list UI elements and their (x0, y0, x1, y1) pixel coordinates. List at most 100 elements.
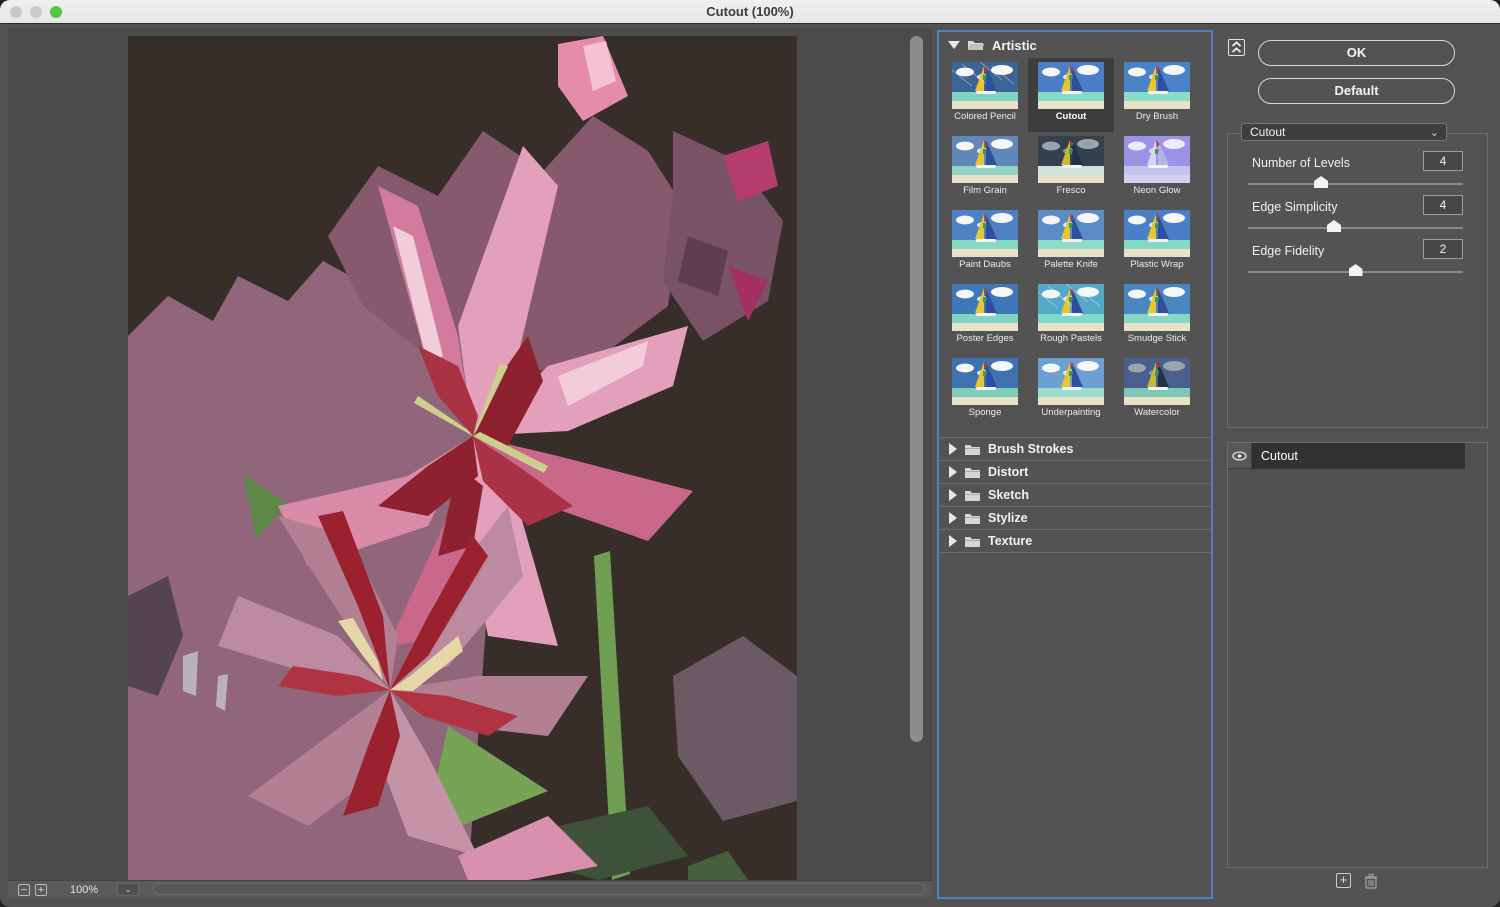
filter-thumb-label: Rough Pastels (1040, 333, 1102, 344)
folder-closed-icon (964, 466, 981, 479)
filter-thumb-label: Smudge Stick (1128, 333, 1187, 344)
effect-layer-name: Cutout (1252, 443, 1465, 469)
filter-thumb-neon-glow[interactable]: Neon Glow (1114, 132, 1200, 206)
horizontal-scrollbar[interactable] (153, 883, 925, 895)
category-label: Distort (988, 465, 1028, 479)
slider-value-field[interactable]: 2 (1423, 239, 1463, 259)
filter-thumb-plastic-wrap[interactable]: Plastic Wrap (1114, 206, 1200, 280)
zoom-dropdown[interactable]: ⌄ (117, 883, 139, 896)
category-sketch[interactable]: Sketch (939, 484, 1211, 507)
slider-label: Edge Simplicity (1252, 200, 1337, 214)
collapsed-triangle-icon (949, 466, 957, 478)
filter-thumb-label: Poster Edges (956, 333, 1013, 344)
folder-closed-icon (964, 443, 981, 456)
category-label: Sketch (988, 488, 1029, 502)
filter-thumb-poster-edges[interactable]: Poster Edges (942, 280, 1028, 354)
filter-thumbnail-image (1038, 210, 1104, 257)
filter-thumbnail-image (1124, 284, 1190, 331)
preview-statusbar: − + 100% ⌄ (8, 880, 932, 897)
zoom-out-button[interactable]: − (18, 884, 30, 896)
slider-track[interactable] (1248, 227, 1463, 229)
collapsed-triangle-icon (949, 535, 957, 547)
filter-thumb-fresco[interactable]: Fresco (1028, 132, 1114, 206)
filter-thumb-cutout[interactable]: Cutout (1028, 58, 1114, 132)
filter-thumb-palette-knife[interactable]: Palette Knife (1028, 206, 1114, 280)
slider-thumb[interactable] (1314, 176, 1328, 188)
filter-thumb-dry-brush[interactable]: Dry Brush (1114, 58, 1200, 132)
new-effect-layer-button[interactable]: + (1336, 873, 1351, 888)
filter-thumb-label: Film Grain (963, 185, 1007, 196)
filter-thumbnail-image (1038, 358, 1104, 405)
filter-thumbnail-image (952, 358, 1018, 405)
collapsed-triangle-icon (949, 512, 957, 524)
category-artistic[interactable]: Artistic (939, 32, 1211, 58)
window-title: Cutout (100%) (706, 4, 793, 19)
titlebar[interactable]: Cutout (100%) (0, 0, 1500, 24)
filter-thumbnail-image (952, 210, 1018, 257)
filter-thumb-paint-daubs[interactable]: Paint Daubs (942, 206, 1028, 280)
collapsed-triangle-icon (949, 489, 957, 501)
category-stylize[interactable]: Stylize (939, 507, 1211, 530)
filter-thumb-label: Fresco (1056, 185, 1085, 196)
traffic-lights (10, 6, 62, 18)
visibility-toggle[interactable] (1228, 443, 1252, 469)
slider-thumb[interactable] (1327, 220, 1341, 232)
vertical-scrollbar[interactable] (910, 36, 923, 742)
filter-thumb-label: Palette Knife (1044, 259, 1098, 270)
category-texture[interactable]: Texture (939, 530, 1211, 553)
filter-thumb-smudge-stick[interactable]: Smudge Stick (1114, 280, 1200, 354)
effect-layers-panel: Cutout (1227, 442, 1488, 868)
zoom-level: 100% (70, 884, 98, 896)
slider-stack: Number of Levels 4 Edge Simplicity 4 Edge Fi… (1248, 150, 1463, 282)
filter-thumb-film-grain[interactable]: Film Grain (942, 132, 1028, 206)
ok-button[interactable]: OK (1258, 40, 1455, 66)
filter-thumbnail-image (1124, 136, 1190, 183)
category-label: Texture (988, 534, 1032, 548)
slider-value-field[interactable]: 4 (1423, 195, 1463, 215)
slider-track[interactable] (1248, 183, 1463, 185)
filter-thumb-label: Watercolor (1134, 407, 1180, 418)
filter-thumbnail-image (1038, 284, 1104, 331)
slider-thumb[interactable] (1349, 264, 1363, 276)
default-button[interactable]: Default (1258, 78, 1455, 104)
filter-thumbnail-image (1124, 210, 1190, 257)
expand-triangle-icon (948, 41, 960, 49)
collapsed-triangle-icon (949, 443, 957, 455)
eye-icon (1232, 451, 1247, 461)
folder-closed-icon (964, 535, 981, 548)
category-label: Brush Strokes (988, 442, 1073, 456)
double-chevron-up-icon (1231, 41, 1242, 54)
filter-thumb-colored-pencil[interactable]: Colored Pencil (942, 58, 1028, 132)
filter-thumbnail-image (952, 284, 1018, 331)
minimize-button[interactable] (30, 6, 42, 18)
effect-layers-footer: + (1227, 873, 1488, 893)
category-distort[interactable]: Distort (939, 461, 1211, 484)
filter-thumb-sponge[interactable]: Sponge (942, 354, 1028, 428)
chevron-down-icon: ⌄ (1430, 125, 1439, 141)
filter-select[interactable]: Cutout ⌄ (1241, 123, 1447, 141)
filter-thumb-label: Underpainting (1041, 407, 1100, 418)
effect-layer-row[interactable]: Cutout (1228, 443, 1487, 469)
filter-thumb-rough-pastels[interactable]: Rough Pastels (1028, 280, 1114, 354)
filter-thumbnail-image (1038, 136, 1104, 183)
category-label: Stylize (988, 511, 1028, 525)
zoom-button[interactable] (50, 6, 62, 18)
filter-thumbnail-image (1124, 62, 1190, 109)
slider-edge-simplicity: Edge Simplicity 4 (1248, 194, 1463, 238)
category-brush-strokes[interactable]: Brush Strokes (939, 438, 1211, 461)
folder-open-icon (967, 38, 985, 52)
filter-thumb-label: Plastic Wrap (1130, 259, 1183, 270)
filter-thumb-watercolor[interactable]: Watercolor (1114, 354, 1200, 428)
close-button[interactable] (10, 6, 22, 18)
delete-effect-layer-button[interactable] (1363, 873, 1379, 889)
slider-label: Number of Levels (1252, 156, 1350, 170)
slider-number-of-levels: Number of Levels 4 (1248, 150, 1463, 194)
filter-thumbnail-image (1124, 358, 1190, 405)
collapse-panel-button[interactable] (1228, 39, 1245, 56)
slider-edge-fidelity: Edge Fidelity2 (1248, 238, 1463, 282)
filter-thumbnail-grid: Colored PencilCutoutDry Brush Film Grain F… (939, 58, 1211, 428)
slider-value-field[interactable]: 4 (1423, 151, 1463, 171)
filter-thumb-underpainting[interactable]: Underpainting (1028, 354, 1114, 428)
filter-thumbnail-image (1038, 62, 1104, 109)
zoom-in-button[interactable]: + (35, 884, 47, 896)
